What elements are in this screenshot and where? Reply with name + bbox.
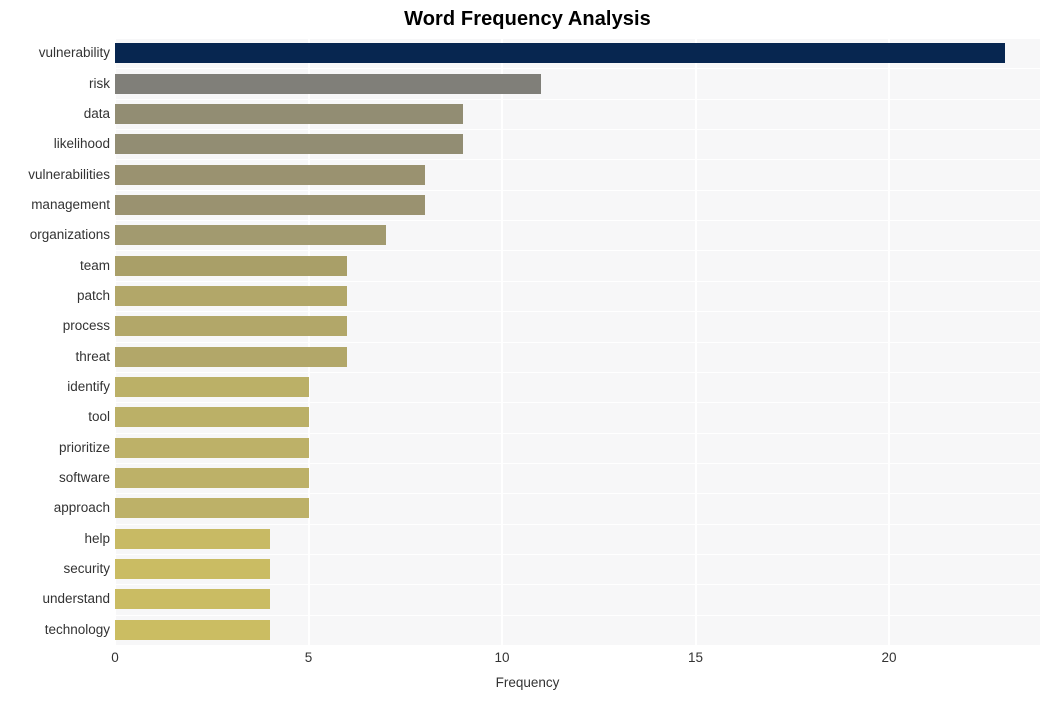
x-axis-tick-label: 20 [881, 650, 897, 665]
bar [115, 285, 348, 306]
y-axis-tick-label: prioritize [58, 439, 110, 455]
y-axis-tick-label: approach [53, 500, 110, 516]
y-axis-tick-label: patch [76, 287, 110, 303]
x-axis-tick-labels: 0 5 10 15 20 [0, 650, 1055, 670]
bar [115, 255, 348, 276]
y-axis-tick-label: risk [89, 75, 110, 91]
bar [115, 134, 464, 155]
chart-title: Word Frequency Analysis [404, 8, 651, 30]
y-axis-tick-label: tool [88, 409, 110, 425]
bar [115, 164, 425, 185]
y-axis-tick-label: team [79, 257, 110, 273]
y-axis-tick-label: likelihood [53, 136, 110, 152]
gridline-horizontal [115, 250, 1040, 251]
bar [115, 468, 309, 489]
gridline-horizontal [115, 463, 1040, 464]
bar [115, 407, 309, 428]
y-axis-tick-label: management [31, 196, 110, 212]
gridline-horizontal [115, 524, 1040, 525]
y-axis-tick-label: identify [67, 379, 110, 395]
y-axis-tick-label: vulnerabilities [28, 166, 110, 182]
gridline-horizontal [115, 220, 1040, 221]
bar [115, 43, 1006, 64]
y-axis-tick-label: security [63, 561, 110, 577]
bar [115, 346, 348, 367]
bar [115, 528, 270, 549]
y-axis-tick-label: understand [42, 591, 110, 607]
gridline-horizontal [115, 342, 1040, 343]
y-axis-tick-label: help [84, 530, 110, 546]
gridline-horizontal [115, 554, 1040, 555]
bar [115, 559, 270, 580]
bar [115, 377, 309, 398]
bar [115, 619, 270, 640]
bar [115, 73, 541, 94]
bar [115, 498, 309, 519]
gridline-horizontal [115, 159, 1040, 160]
x-axis-title: Frequency [495, 675, 560, 690]
y-axis-tick-label: threat [75, 348, 110, 364]
gridline-horizontal [115, 615, 1040, 616]
bar [115, 589, 270, 610]
x-axis-tick-label: 5 [304, 650, 313, 665]
bar [115, 437, 309, 458]
gridline-horizontal [115, 584, 1040, 585]
y-axis-tick-label: software [58, 470, 110, 486]
gridline-horizontal [115, 190, 1040, 191]
y-axis-tick-label: organizations [29, 227, 110, 243]
gridline-horizontal [115, 129, 1040, 130]
gridline-horizontal [115, 402, 1040, 403]
bar [115, 194, 425, 215]
y-axis-tick-label: data [83, 105, 110, 121]
y-axis-tick-label: vulnerability [38, 45, 110, 61]
gridline-horizontal [115, 99, 1040, 100]
y-axis-tick-labels: vulnerability risk data likelihood vulnerabi… [0, 38, 110, 645]
gridline-horizontal [115, 372, 1040, 373]
bar [115, 316, 348, 337]
y-axis-tick-label: process [62, 318, 110, 334]
y-axis-tick-label: technology [44, 621, 110, 637]
bar [115, 225, 386, 246]
bar [115, 103, 464, 124]
gridline-horizontal [115, 68, 1040, 69]
gridline-horizontal [115, 433, 1040, 434]
gridline-horizontal [115, 38, 1040, 39]
x-axis-tick-label: 15 [688, 650, 704, 665]
x-axis-tick-label: 0 [111, 650, 119, 665]
x-axis-tick-label: 10 [494, 650, 510, 665]
word-frequency-chart: Word Frequency Analysis vulnerability ris… [0, 0, 1055, 701]
gridline-horizontal [115, 281, 1040, 282]
gridline-horizontal [115, 493, 1040, 494]
gridline-horizontal [115, 311, 1040, 312]
plot-area [115, 38, 1040, 645]
